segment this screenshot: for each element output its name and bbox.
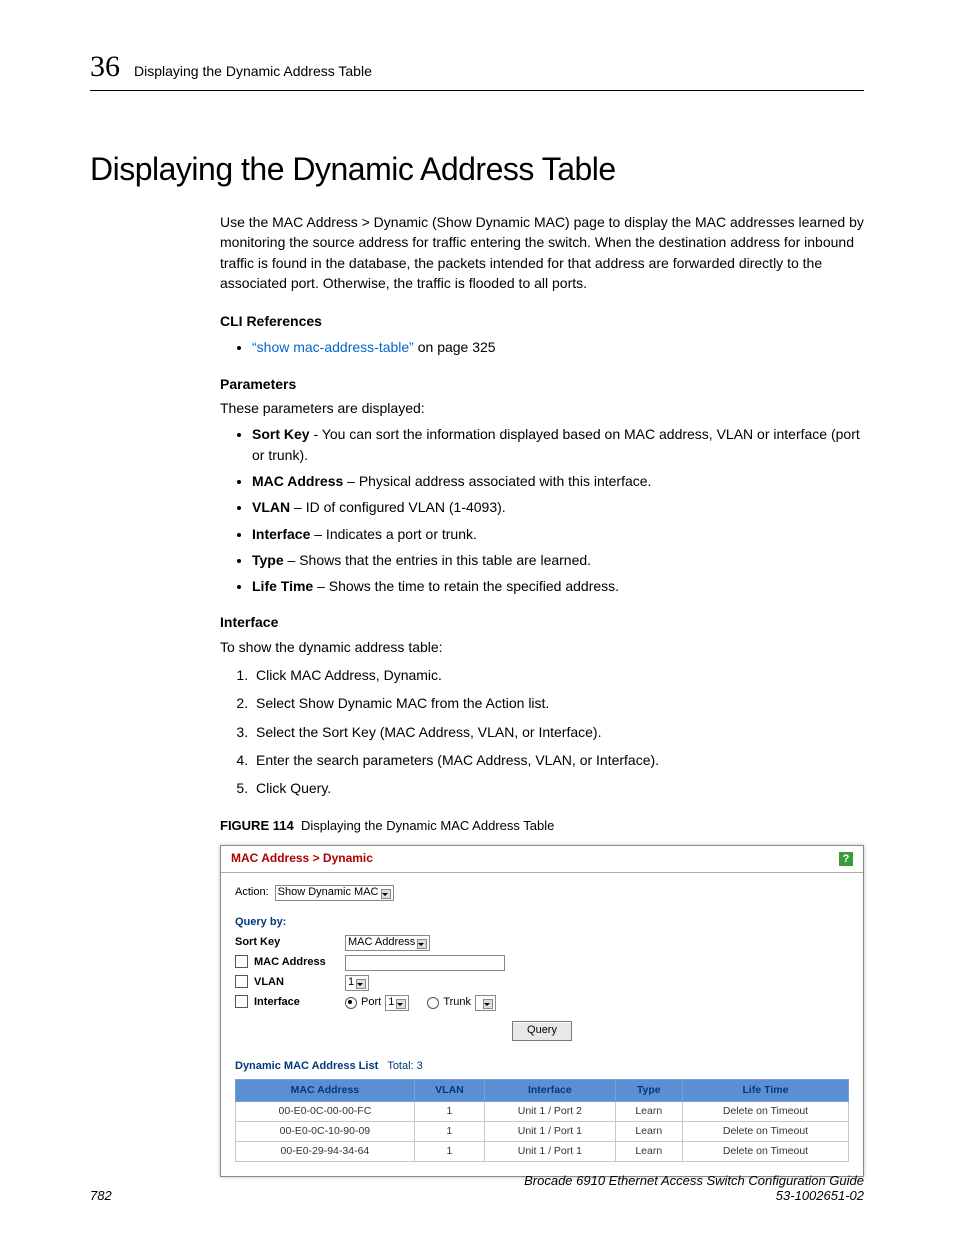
page-title: Displaying the Dynamic Address Table [90, 151, 864, 188]
table-cell: 00-E0-0C-10-90-09 [236, 1122, 415, 1142]
step-item: Select the Sort Key (MAC Address, VLAN, … [252, 722, 864, 742]
table-header: VLAN [414, 1079, 484, 1101]
mac-address-input[interactable] [345, 955, 505, 971]
parameter-item: Type – Shows that the entries in this ta… [252, 550, 864, 570]
table-row: 00-E0-0C-00-00-FC1Unit 1 / Port 2LearnDe… [236, 1101, 849, 1121]
parameters-heading: Parameters [220, 374, 864, 394]
parameter-item: Life Time – Shows the time to retain the… [252, 576, 864, 596]
table-header: MAC Address [236, 1079, 415, 1101]
cli-reference-suffix: on page 325 [414, 339, 496, 355]
step-item: Enter the search parameters (MAC Address… [252, 750, 864, 770]
parameter-term: Type [252, 552, 284, 568]
vlan-select[interactable]: 1 [345, 975, 369, 991]
table-cell: 1 [414, 1101, 484, 1121]
query-by-label: Query by: [235, 915, 345, 931]
port-select[interactable]: 1 [385, 995, 409, 1011]
running-header: 36 Displaying the Dynamic Address Table [90, 50, 864, 91]
interface-checkbox-label: Interface [235, 995, 345, 1011]
running-title: Displaying the Dynamic Address Table [134, 63, 372, 79]
parameter-term: Life Time [252, 578, 313, 594]
parameter-desc: – Indicates a port or trunk. [310, 526, 477, 542]
parameter-item: Sort Key - You can sort the information … [252, 424, 864, 465]
mac-address-checkbox-label: MAC Address [235, 955, 345, 971]
doc-number: 53-1002651-02 [776, 1188, 864, 1203]
figure-number: FIGURE 114 [220, 818, 294, 833]
parameter-term: Sort Key [252, 426, 310, 442]
table-cell: Delete on Timeout [682, 1142, 848, 1162]
page-number: 782 [90, 1188, 112, 1203]
parameter-desc: – Shows that the entries in this table a… [284, 552, 591, 568]
table-row: 00-E0-0C-10-90-091Unit 1 / Port 1LearnDe… [236, 1122, 849, 1142]
cli-references-heading: CLI References [220, 311, 864, 331]
step-item: Select Show Dynamic MAC from the Action … [252, 693, 864, 713]
table-cell: Learn [615, 1142, 682, 1162]
trunk-radio[interactable] [427, 997, 439, 1009]
parameter-term: MAC Address [252, 473, 343, 489]
parameter-term: Interface [252, 526, 310, 542]
table-header: Type [615, 1079, 682, 1101]
intro-paragraph: Use the MAC Address > Dynamic (Show Dyna… [220, 212, 864, 293]
parameter-desc: – Shows the time to retain the specified… [313, 578, 619, 594]
trunk-select[interactable] [475, 995, 496, 1011]
interface-lead: To show the dynamic address table: [220, 637, 864, 657]
interface-heading: Interface [220, 612, 864, 632]
chapter-number: 36 [90, 50, 120, 84]
table-cell: 1 [414, 1122, 484, 1142]
page-footer: 782 Brocade 6910 Ethernet Access Switch … [90, 1173, 864, 1203]
breadcrumb: MAC Address > Dynamic [231, 850, 373, 867]
mac-list-header: Dynamic MAC Address List Total: 3 [235, 1059, 849, 1075]
help-icon[interactable]: ? [839, 852, 853, 866]
interface-checkbox[interactable] [235, 995, 248, 1008]
parameter-desc: – ID of configured VLAN (1-4093). [290, 499, 506, 515]
sortkey-select[interactable]: MAC Address [345, 935, 430, 951]
vlan-checkbox[interactable] [235, 975, 248, 988]
table-cell: 1 [414, 1142, 484, 1162]
table-cell: Unit 1 / Port 1 [485, 1122, 615, 1142]
vlan-checkbox-label: VLAN [235, 975, 345, 991]
table-cell: Unit 1 / Port 2 [485, 1101, 615, 1121]
trunk-radio-label: Trunk [443, 995, 471, 1011]
parameter-item: VLAN – ID of configured VLAN (1-4093). [252, 497, 864, 517]
action-select[interactable]: Show Dynamic MAC [275, 885, 394, 901]
sortkey-label: Sort Key [235, 935, 345, 951]
table-cell: 00-E0-29-94-34-64 [236, 1142, 415, 1162]
mac-address-checkbox[interactable] [235, 955, 248, 968]
table-cell: Learn [615, 1101, 682, 1121]
table-cell: Delete on Timeout [682, 1101, 848, 1121]
embedded-screenshot: MAC Address > Dynamic ? Action: Show Dyn… [220, 845, 864, 1177]
table-row: 00-E0-29-94-34-641Unit 1 / Port 1LearnDe… [236, 1142, 849, 1162]
parameter-desc: - You can sort the information displayed… [252, 426, 860, 462]
step-item: Click Query. [252, 778, 864, 798]
table-header: Life Time [682, 1079, 848, 1101]
cli-reference-item: “show mac-address-table” on page 325 [252, 337, 864, 357]
table-cell: 00-E0-0C-00-00-FC [236, 1101, 415, 1121]
parameter-desc: – Physical address associated with this … [343, 473, 651, 489]
parameters-lead: These parameters are displayed: [220, 398, 864, 418]
table-cell: Learn [615, 1122, 682, 1142]
step-item: Click MAC Address, Dynamic. [252, 665, 864, 685]
parameter-item: MAC Address – Physical address associate… [252, 471, 864, 491]
port-radio-label: Port [361, 995, 381, 1011]
parameter-item: Interface – Indicates a port or trunk. [252, 524, 864, 544]
mac-address-table: MAC AddressVLANInterfaceTypeLife Time 00… [235, 1079, 849, 1163]
table-cell: Unit 1 / Port 1 [485, 1142, 615, 1162]
parameter-term: VLAN [252, 499, 290, 515]
figure-title: Displaying the Dynamic MAC Address Table [301, 818, 554, 833]
show-mac-address-table-link[interactable]: “show mac-address-table” [252, 339, 414, 355]
action-label: Action: [235, 885, 269, 901]
figure-caption: FIGURE 114 Displaying the Dynamic MAC Ad… [220, 817, 864, 836]
port-radio[interactable] [345, 997, 357, 1009]
query-button[interactable]: Query [512, 1021, 572, 1041]
book-title: Brocade 6910 Ethernet Access Switch Conf… [524, 1173, 864, 1188]
table-header: Interface [485, 1079, 615, 1101]
table-cell: Delete on Timeout [682, 1122, 848, 1142]
